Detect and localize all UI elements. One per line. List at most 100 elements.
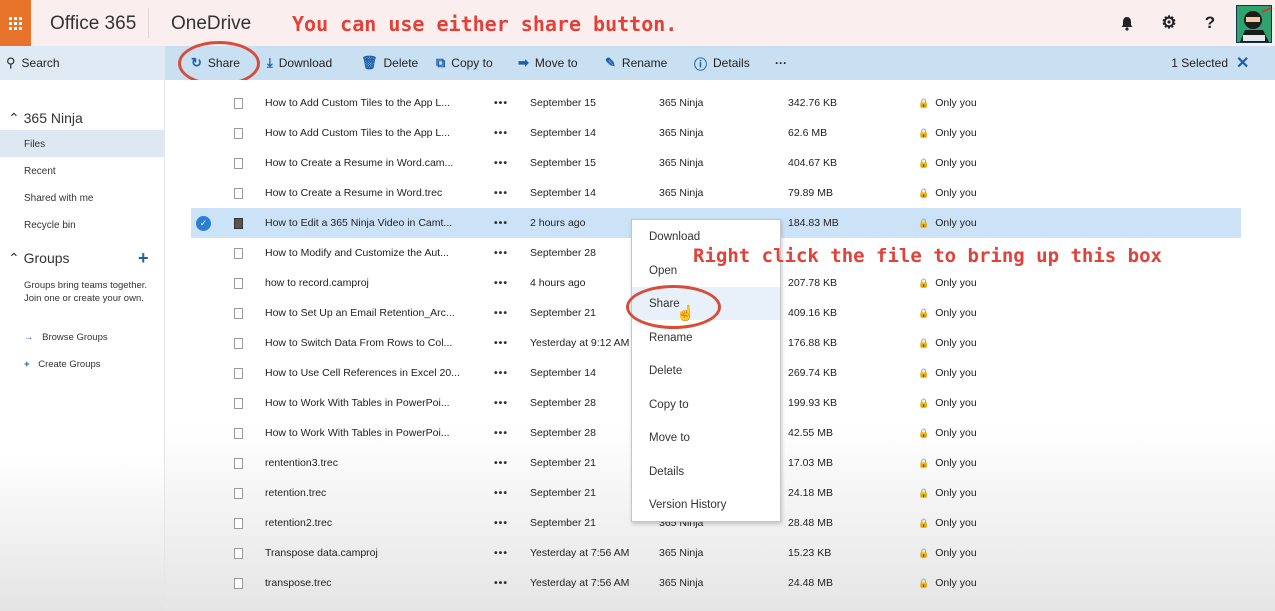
- file-name[interactable]: How to Add Custom Tiles to the App L...: [265, 118, 477, 148]
- row-checkbox[interactable]: [196, 328, 212, 358]
- file-name[interactable]: How to Create a Resume in Word.cam...: [265, 148, 477, 178]
- table-row[interactable]: How to Create a Resume in Word.trec ••• Se…: [191, 178, 1241, 208]
- sharing-label: Only you: [935, 127, 977, 139]
- more-actions-button[interactable]: •••: [494, 118, 508, 148]
- table-row[interactable]: How to Create a Resume in Word.cam... •••…: [191, 148, 1241, 178]
- more-actions-button[interactable]: •••: [494, 568, 508, 598]
- row-checkbox[interactable]: ✓: [196, 208, 212, 238]
- file-name[interactable]: How to Work With Tables in PowerPoi...: [265, 418, 477, 448]
- app-launcher-button[interactable]: [0, 0, 31, 46]
- app-name[interactable]: OneDrive: [171, 13, 251, 35]
- more-actions-button[interactable]: •••: [494, 148, 508, 178]
- modified-by: 365 Ninja: [659, 157, 704, 169]
- sharing-label: Only you: [935, 577, 977, 589]
- nav-item-recycle-bin[interactable]: Recycle bin: [24, 220, 76, 231]
- sharing-label: Only you: [935, 277, 977, 289]
- details-button[interactable]: ⓘ Details: [694, 46, 750, 80]
- row-checkbox[interactable]: [196, 478, 212, 508]
- account-header[interactable]: ⌃ 365 Ninja: [8, 110, 83, 127]
- context-menu-item-copy-to[interactable]: Copy to: [632, 388, 780, 421]
- table-row[interactable]: How to Add Custom Tiles to the App L... •…: [191, 88, 1241, 118]
- file-name[interactable]: How to Set Up an Email Retention_Arc...: [265, 298, 477, 328]
- more-actions-button[interactable]: •••: [494, 298, 508, 328]
- row-checkbox[interactable]: [196, 388, 212, 418]
- more-actions-button[interactable]: •••: [494, 88, 508, 118]
- context-share-highlight-ring: [626, 285, 721, 329]
- file-name[interactable]: How to Use Cell References in Excel 20..…: [265, 358, 477, 388]
- row-checkbox[interactable]: [196, 238, 212, 268]
- context-menu-item-delete[interactable]: Delete: [632, 354, 780, 387]
- search-box[interactable]: ⚲ Search: [0, 46, 165, 80]
- browse-groups-link[interactable]: → Browse Groups: [24, 332, 108, 343]
- modified-date: Yesterday at 7:56 AM: [530, 547, 630, 559]
- bell-icon[interactable]: [1114, 10, 1140, 36]
- file-icon: [234, 508, 243, 538]
- table-row[interactable]: transpose.trec ••• Yesterday at 7:56 AM 365…: [191, 568, 1241, 598]
- file-name[interactable]: How to Edit a 365 Ninja Video in Camt...: [265, 208, 477, 238]
- row-checkbox[interactable]: [196, 268, 212, 298]
- file-name[interactable]: Transpose data.camproj: [265, 538, 477, 568]
- rename-button[interactable]: ✎ Rename: [605, 46, 667, 80]
- row-checkbox[interactable]: [196, 538, 212, 568]
- more-actions-button[interactable]: •••: [494, 328, 508, 358]
- file-name[interactable]: How to Switch Data From Rows to Col...: [265, 328, 477, 358]
- row-checkbox[interactable]: [196, 508, 212, 538]
- file-name[interactable]: how to record.camproj: [265, 268, 477, 298]
- more-actions-button[interactable]: •••: [494, 208, 508, 238]
- more-actions-button[interactable]: •••: [494, 388, 508, 418]
- copy-to-button[interactable]: ⧉ Copy to: [436, 46, 493, 80]
- file-name[interactable]: retention.trec: [265, 478, 477, 508]
- row-checkbox[interactable]: [196, 178, 212, 208]
- download-button[interactable]: ⤓ Download: [267, 46, 332, 80]
- row-checkbox[interactable]: [196, 418, 212, 448]
- row-checkbox[interactable]: [196, 298, 212, 328]
- context-menu-item-move-to[interactable]: Move to: [632, 421, 780, 454]
- file-name[interactable]: transpose.trec: [265, 568, 477, 598]
- row-checkbox[interactable]: [196, 568, 212, 598]
- add-group-plus-icon[interactable]: +: [138, 248, 149, 269]
- file-name[interactable]: retention2.trec: [265, 508, 477, 538]
- nav-item-recent[interactable]: Recent: [24, 166, 56, 177]
- delete-button[interactable]: 🗑 Delete: [361, 46, 418, 80]
- lock-icon: 🔒: [918, 157, 930, 168]
- more-actions-button[interactable]: •••: [494, 358, 508, 388]
- more-actions-button[interactable]: •••: [494, 238, 508, 268]
- move-to-button[interactable]: ➡ Move to: [518, 46, 578, 80]
- row-checkbox[interactable]: [196, 148, 212, 178]
- row-checkbox[interactable]: [196, 118, 212, 148]
- more-actions-button[interactable]: •••: [494, 508, 508, 538]
- clear-selection-close-icon[interactable]: ✕: [1236, 46, 1249, 80]
- row-checkbox[interactable]: [196, 358, 212, 388]
- delete-label: Delete: [383, 56, 419, 70]
- file-name[interactable]: How to Work With Tables in PowerPoi...: [265, 388, 477, 418]
- more-actions-button[interactable]: •••: [494, 178, 508, 208]
- help-icon[interactable]: ?: [1197, 10, 1223, 36]
- context-menu-item-version-history[interactable]: Version History: [632, 488, 780, 521]
- gear-icon[interactable]: ⚙: [1156, 10, 1182, 36]
- search-icon: ⚲: [6, 55, 16, 70]
- avatar[interactable]: [1236, 5, 1272, 43]
- file-name[interactable]: rentention3.trec: [265, 448, 477, 478]
- nav-item-files[interactable]: Files: [24, 139, 45, 150]
- table-row[interactable]: Transpose data.camproj ••• Yesterday at 7:…: [191, 538, 1241, 568]
- more-actions-button[interactable]: •••: [494, 448, 508, 478]
- context-menu-item-details[interactable]: Details: [632, 455, 780, 488]
- more-actions-button[interactable]: •••: [494, 268, 508, 298]
- file-name[interactable]: How to Create a Resume in Word.trec: [265, 178, 477, 208]
- nav-item-shared-with-me[interactable]: Shared with me: [24, 193, 93, 204]
- more-actions-button[interactable]: •••: [494, 538, 508, 568]
- row-checkbox[interactable]: [196, 88, 212, 118]
- selected-count: 1 Selected: [1171, 56, 1228, 70]
- groups-header[interactable]: ⌃ Groups: [8, 250, 70, 267]
- plus-icon: +: [24, 359, 30, 370]
- more-commands-button[interactable]: ···: [775, 46, 787, 80]
- more-actions-button[interactable]: •••: [494, 418, 508, 448]
- suite-title[interactable]: Office 365: [50, 13, 136, 35]
- create-groups-link[interactable]: + Create Groups: [24, 359, 101, 370]
- file-name[interactable]: How to Add Custom Tiles to the App L...: [265, 88, 477, 118]
- table-row[interactable]: How to Add Custom Tiles to the App L... •…: [191, 118, 1241, 148]
- more-actions-button[interactable]: •••: [494, 478, 508, 508]
- sharing-status: 🔒 Only you: [918, 448, 977, 478]
- file-name[interactable]: How to Modify and Customize the Aut...: [265, 238, 477, 268]
- row-checkbox[interactable]: [196, 448, 212, 478]
